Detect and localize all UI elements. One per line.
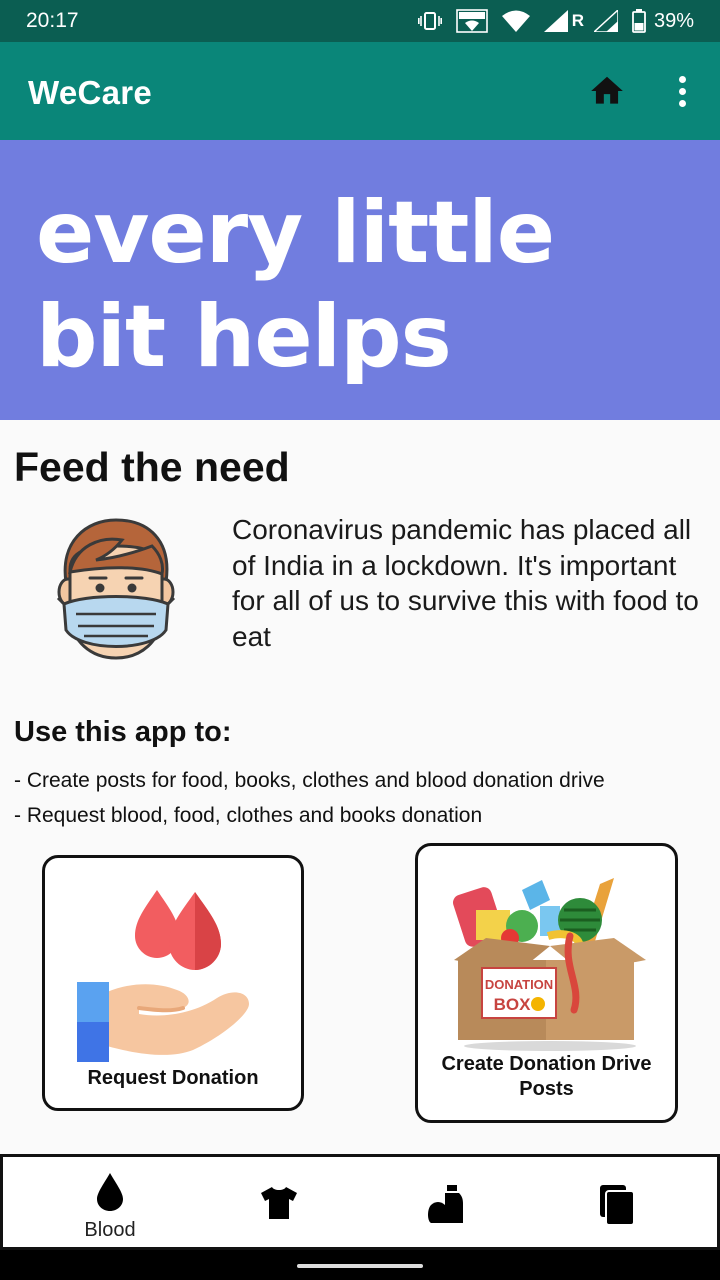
home-indicator[interactable]: [297, 1264, 423, 1268]
box-text-top: DONATION: [485, 977, 553, 992]
more-options-button[interactable]: [670, 70, 694, 112]
blood-drop-icon: [97, 1173, 123, 1211]
signal-icon-2: [593, 10, 618, 32]
more-dot: [678, 75, 686, 83]
donation-box-icon: DONATION BOX: [453, 878, 646, 1051]
app-title: WeCare: [28, 74, 153, 111]
battery-icon: [632, 9, 646, 33]
signal-icon: [543, 10, 568, 32]
nav-item-blood[interactable]: Blood: [20, 1157, 200, 1247]
create-donation-drive-card[interactable]: DONATION BOX Create Donation Drive Posts: [415, 843, 678, 1123]
box-text-bottom: BOX: [494, 995, 532, 1014]
wifi-icon: [501, 10, 530, 32]
home-button[interactable]: [588, 72, 626, 110]
create-donation-drive-label: Create Donation Drive Posts: [441, 1053, 652, 1100]
use-app-title: Use this app to:: [14, 716, 232, 748]
banner: every little bit helps: [0, 140, 720, 420]
status-time: 20:17: [26, 9, 79, 32]
more-dot: [678, 87, 686, 95]
food-icon: [428, 1185, 463, 1223]
nav-label-blood: Blood: [84, 1219, 136, 1241]
vowifi-icon: [455, 9, 488, 33]
bottom-navigation: Blood: [0, 1154, 720, 1250]
feed-title: Feed the need: [14, 444, 290, 490]
banner-line-1: every little: [36, 183, 555, 283]
status-bar: 20:17 R 39%: [0, 0, 720, 42]
system-navigation-bar: [0, 1250, 720, 1280]
app-bar: WeCare: [0, 42, 720, 140]
use-app-item: - Request blood, food, clothes and books…: [14, 804, 483, 827]
home-icon: [591, 76, 623, 104]
request-donation-card[interactable]: Request Donation: [42, 855, 304, 1111]
battery-percent: 39%: [653, 9, 694, 32]
use-app-item: - Create posts for food, books, clothes …: [14, 769, 605, 792]
books-icon: [600, 1185, 634, 1225]
nav-item-food[interactable]: [355, 1157, 535, 1247]
nav-item-books[interactable]: [527, 1157, 707, 1247]
shirt-icon: [261, 1187, 297, 1219]
request-donation-label: Request Donation: [87, 1067, 259, 1089]
roaming-indicator: R: [571, 11, 584, 30]
intro-text: Coronavirus pandemic has placed all of I…: [232, 514, 699, 652]
banner-line-2: bit helps: [36, 287, 452, 387]
nav-item-clothes[interactable]: [189, 1157, 369, 1247]
masked-person-icon: [56, 518, 176, 660]
donation-hand-icon: [77, 890, 249, 1062]
status-icons: R 39%: [417, 8, 694, 34]
more-dot: [678, 99, 686, 107]
vibrate-icon: [417, 12, 442, 30]
